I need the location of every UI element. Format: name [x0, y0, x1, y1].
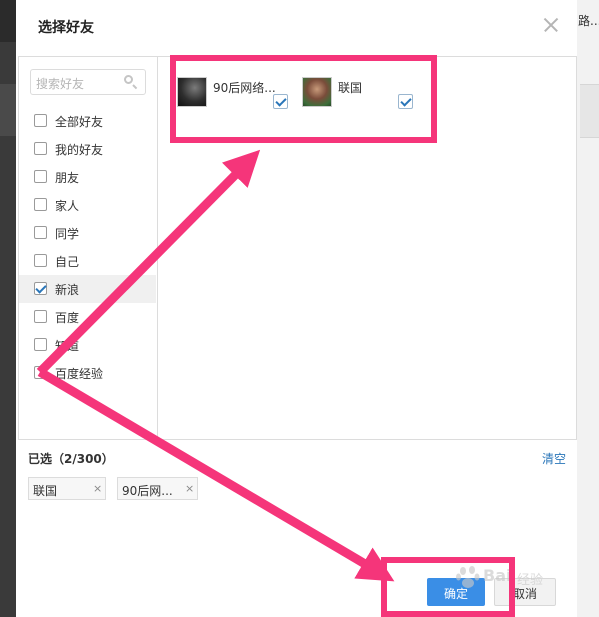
group-checkbox[interactable] [34, 226, 47, 239]
friend-card[interactable]: 联国 [302, 77, 422, 111]
confirm-button-label: 确定 [443, 587, 468, 601]
group-label: 朋友 [55, 171, 80, 185]
group-label: 我的好友 [55, 143, 104, 157]
friend-checkbox-checked[interactable] [398, 94, 413, 109]
group-checkbox[interactable] [34, 198, 47, 211]
confirm-button[interactable]: 确定 [427, 578, 485, 606]
group-label: 同学 [55, 227, 80, 241]
group-checkbox[interactable] [34, 338, 47, 351]
remove-tag-icon[interactable]: × [185, 482, 194, 495]
avatar [177, 77, 207, 107]
selected-tag-label: 90后网... [122, 484, 173, 498]
group-label: 百度 [55, 311, 80, 325]
background-right-text: 路... [578, 14, 599, 28]
group-item-sina[interactable]: 新浪 [19, 275, 156, 303]
search-input[interactable]: 搜索好友 [30, 69, 146, 95]
group-item-my-friends[interactable]: 我的好友 [19, 135, 156, 163]
group-item-friends[interactable]: 朋友 [19, 163, 156, 191]
search-icon[interactable] [124, 75, 138, 90]
group-label: 全部好友 [55, 115, 104, 129]
friend-name: 联国 [338, 81, 363, 95]
selected-count: 已选（2/300） [28, 452, 114, 466]
group-checkbox-checked[interactable] [34, 282, 47, 295]
friend-checkbox-checked[interactable] [273, 94, 288, 109]
cancel-button-label: 取消 [512, 587, 537, 601]
group-checkbox[interactable] [34, 310, 47, 323]
group-list-panel: 搜索好友 全部好友 我的好友 朋友 家人 同学 自己 新浪 百度 知道 百度经验 [19, 57, 158, 439]
group-item-baidu-jingyan[interactable]: 百度经验 [19, 359, 156, 387]
group-label: 百度经验 [55, 367, 104, 381]
close-icon[interactable] [536, 10, 566, 40]
search-placeholder: 搜索好友 [36, 77, 85, 91]
clear-link[interactable]: 清空 [542, 450, 566, 467]
group-item-all-friends[interactable]: 全部好友 [19, 107, 156, 135]
selected-tag: 联国 × [28, 477, 106, 500]
group-item-zhidao[interactable]: 知道 [19, 331, 156, 359]
background-right-bar [580, 84, 599, 138]
group-checkbox[interactable] [34, 114, 47, 127]
selected-tag-label: 联国 [33, 484, 58, 498]
select-friends-dialog: 选择好友 搜索好友 全部好友 我的好友 朋友 家人 同学 自己 新浪 百度 知道… [16, 0, 577, 617]
group-label: 自己 [55, 255, 80, 269]
remove-tag-icon[interactable]: × [93, 482, 102, 495]
background-left-strip [0, 84, 16, 136]
friend-card[interactable]: 90后网络... [177, 77, 288, 111]
group-item-self[interactable]: 自己 [19, 247, 156, 275]
friend-picker-panel: 搜索好友 全部好友 我的好友 朋友 家人 同学 自己 新浪 百度 知道 百度经验… [18, 56, 577, 440]
group-checkbox[interactable] [34, 254, 47, 267]
group-item-baidu[interactable]: 百度 [19, 303, 156, 331]
group-item-family[interactable]: 家人 [19, 191, 156, 219]
friend-name: 90后网络... [213, 81, 276, 95]
group-item-classmates[interactable]: 同学 [19, 219, 156, 247]
selected-tag: 90后网... × [117, 477, 198, 500]
cancel-button[interactable]: 取消 [494, 578, 556, 606]
group-checkbox[interactable] [34, 170, 47, 183]
group-checkbox[interactable] [34, 366, 47, 379]
group-checkbox[interactable] [34, 142, 47, 155]
avatar [302, 77, 332, 107]
dialog-title: 选择好友 [38, 20, 94, 36]
group-label: 新浪 [55, 283, 80, 297]
group-label: 知道 [55, 339, 80, 353]
group-label: 家人 [55, 199, 80, 213]
